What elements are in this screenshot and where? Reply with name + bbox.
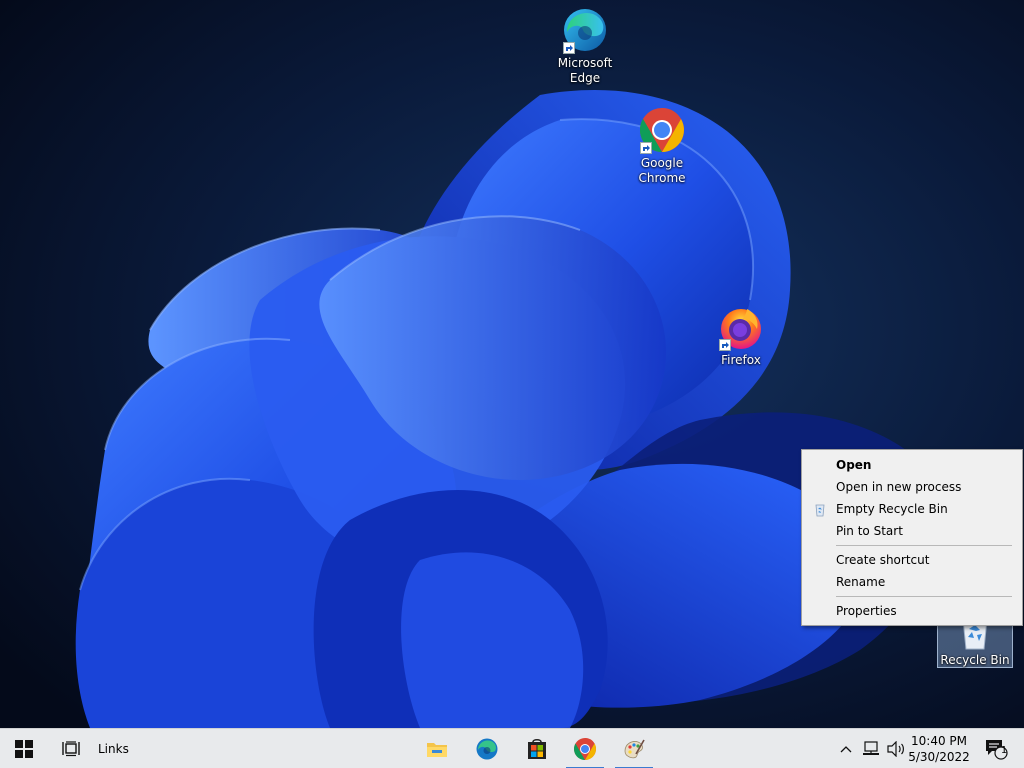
start-button[interactable] bbox=[4, 729, 44, 768]
file-explorer-icon bbox=[427, 743, 447, 757]
menu-separator bbox=[836, 545, 1012, 546]
chrome-icon bbox=[574, 738, 596, 760]
show-hidden-icons-button[interactable] bbox=[836, 729, 856, 768]
edge-icon bbox=[476, 738, 498, 760]
desktop-icon-label: Firefox bbox=[721, 353, 761, 367]
menu-item-pin-to-start[interactable]: Pin to Start bbox=[802, 520, 1022, 542]
action-center-button[interactable]: 1 bbox=[976, 729, 1016, 768]
taskbar-paint-button[interactable] bbox=[611, 729, 657, 768]
chevron-up-icon bbox=[840, 746, 852, 753]
menu-item-create-shortcut[interactable]: Create shortcut bbox=[802, 549, 1022, 571]
taskbar-store-button[interactable] bbox=[514, 729, 560, 768]
clock-time: 10:40 PM bbox=[911, 734, 967, 748]
shortcut-arrow-icon bbox=[563, 42, 575, 54]
firefox-icon bbox=[717, 303, 765, 351]
edge-icon bbox=[561, 6, 609, 54]
network-icon bbox=[863, 741, 879, 755]
taskbar-file-explorer-button[interactable] bbox=[414, 729, 460, 768]
menu-item-rename[interactable]: Rename bbox=[802, 571, 1022, 593]
desktop-icon-label: Recycle Bin bbox=[940, 653, 1010, 667]
menu-item-empty-recycle-bin[interactable]: Empty Recycle Bin bbox=[802, 498, 1022, 520]
task-view-button[interactable] bbox=[52, 729, 92, 768]
desktop-icon-google-chrome[interactable]: Google Chrome bbox=[624, 106, 700, 186]
menu-item-properties[interactable]: Properties bbox=[802, 600, 1022, 622]
menu-separator bbox=[836, 596, 1012, 597]
taskbar-edge-button[interactable] bbox=[464, 729, 510, 768]
network-button[interactable] bbox=[860, 729, 884, 768]
shortcut-arrow-icon bbox=[719, 339, 731, 351]
volume-button[interactable] bbox=[884, 729, 908, 768]
chrome-icon bbox=[638, 106, 686, 154]
notification-count-badge: 1 bbox=[1000, 745, 1008, 756]
taskbar-clock[interactable]: 10:40 PM 5/30/2022 bbox=[906, 729, 972, 768]
speaker-icon bbox=[887, 741, 904, 757]
menu-item-label: Empty Recycle Bin bbox=[836, 502, 948, 516]
taskbar-chrome-button[interactable] bbox=[562, 729, 608, 768]
desktop-icon-microsoft-edge[interactable]: Microsoft Edge bbox=[547, 6, 623, 86]
paint-icon bbox=[624, 739, 645, 759]
desktop-icon-firefox[interactable]: Firefox bbox=[703, 303, 779, 368]
store-icon bbox=[528, 739, 546, 759]
windows-logo-icon bbox=[15, 740, 33, 758]
menu-item-open[interactable]: Open bbox=[802, 454, 1022, 476]
desktop-icon-label: Microsoft Edge bbox=[557, 56, 613, 85]
task-view-icon bbox=[62, 741, 80, 757]
clock-date: 5/30/2022 bbox=[908, 750, 970, 764]
desktop-icon-label: Google Chrome bbox=[638, 156, 686, 185]
taskbar: Links 10:40 PM 5/30/2022 1 bbox=[0, 728, 1024, 768]
links-toolbar[interactable]: Links bbox=[98, 729, 138, 768]
menu-item-open-in-new-process[interactable]: Open in new process bbox=[802, 476, 1022, 498]
recycle-bin-context-menu: Open Open in new process Empty Recycle B… bbox=[801, 449, 1023, 626]
recycle-bin-small-icon bbox=[813, 502, 827, 517]
shortcut-arrow-icon bbox=[640, 142, 652, 154]
